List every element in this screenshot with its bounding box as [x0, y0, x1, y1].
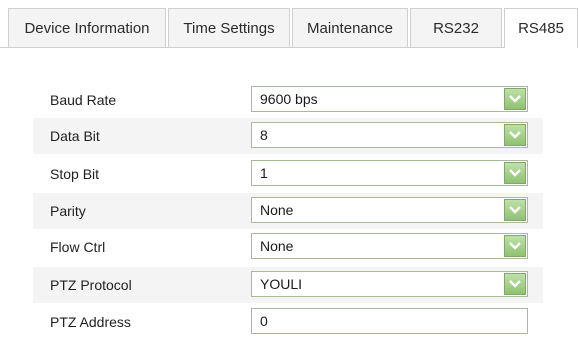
- tab-time-settings[interactable]: Time Settings: [168, 8, 290, 47]
- stop-bit-row: Stop Bit 1: [33, 156, 543, 192]
- baud-rate-row: Baud Rate 9600 bps: [33, 82, 543, 118]
- ptz-protocol-select[interactable]: YOULI: [251, 271, 528, 297]
- baud-rate-select[interactable]: 9600 bps: [251, 86, 528, 112]
- stop-bit-select[interactable]: 1: [251, 160, 528, 186]
- ptz-protocol-value: YOULI: [260, 276, 303, 292]
- stop-bit-value: 1: [260, 165, 268, 181]
- ptz-protocol-label: PTZ Protocol: [50, 277, 132, 293]
- chevron-down-icon[interactable]: [504, 124, 526, 146]
- parity-row: Parity None: [33, 193, 543, 229]
- chevron-down-icon[interactable]: [504, 199, 526, 221]
- chevron-down-icon[interactable]: [504, 162, 526, 184]
- parity-select[interactable]: None: [251, 197, 528, 223]
- tab-device-information[interactable]: Device Information: [8, 8, 166, 47]
- tab-rs485[interactable]: RS485: [504, 8, 578, 48]
- chevron-down-icon[interactable]: [504, 235, 526, 257]
- ptz-address-label: PTZ Address: [50, 314, 131, 330]
- data-bit-select[interactable]: 8: [251, 122, 528, 148]
- stop-bit-label: Stop Bit: [50, 166, 100, 182]
- data-bit-label: Data Bit: [50, 128, 100, 144]
- chevron-down-icon[interactable]: [504, 273, 526, 295]
- flow-ctrl-row: Flow Ctrl None: [33, 229, 543, 265]
- data-bit-value: 8: [260, 127, 268, 143]
- parity-label: Parity: [50, 203, 86, 219]
- flow-ctrl-label: Flow Ctrl: [50, 239, 106, 255]
- data-bit-row: Data Bit 8: [33, 118, 543, 154]
- parity-value: None: [260, 202, 294, 218]
- ptz-protocol-row: PTZ Protocol YOULI: [33, 267, 543, 303]
- tab-maintenance[interactable]: Maintenance: [292, 8, 408, 47]
- flow-ctrl-select[interactable]: None: [251, 233, 528, 259]
- tab-bar: Device Information Time Settings Mainten…: [0, 0, 578, 48]
- chevron-down-icon[interactable]: [504, 88, 526, 110]
- tab-divider: [0, 47, 578, 48]
- ptz-address-input[interactable]: [251, 308, 528, 334]
- baud-rate-label: Baud Rate: [50, 92, 117, 108]
- tab-rs232[interactable]: RS232: [410, 8, 502, 47]
- flow-ctrl-value: None: [260, 238, 294, 254]
- ptz-address-row: PTZ Address: [33, 304, 543, 340]
- baud-rate-value: 9600 bps: [260, 91, 318, 107]
